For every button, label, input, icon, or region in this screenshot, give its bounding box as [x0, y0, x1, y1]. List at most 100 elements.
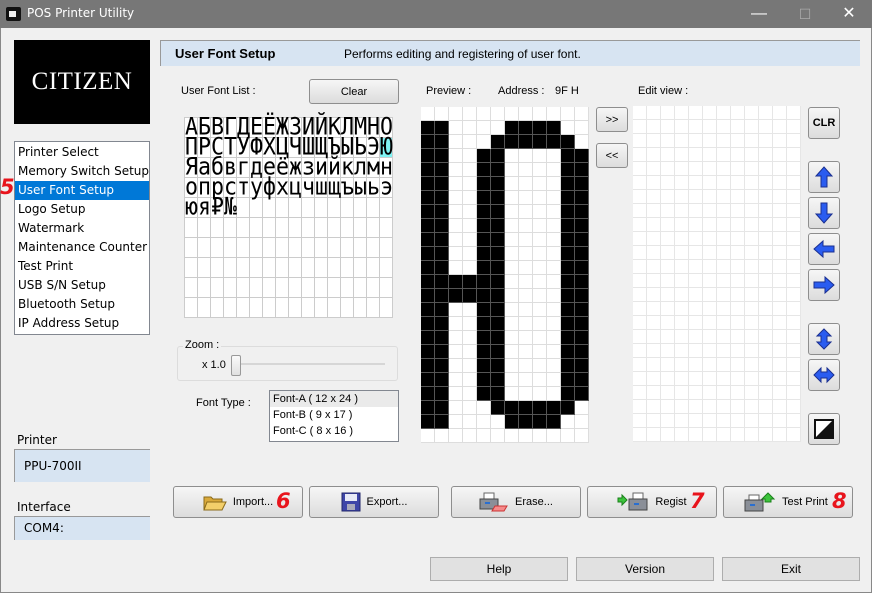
edit-pixel[interactable]	[745, 358, 759, 372]
edit-pixel[interactable]	[661, 176, 675, 190]
edit-pixel[interactable]	[661, 260, 675, 274]
edit-pixel[interactable]	[633, 106, 647, 120]
nav-item-maintenance-counter[interactable]: Maintenance Counter	[15, 238, 149, 257]
font-cell[interactable]	[276, 258, 289, 278]
edit-pixel[interactable]	[675, 316, 689, 330]
edit-pixel[interactable]	[745, 274, 759, 288]
flip-vertical-button[interactable]	[808, 323, 840, 355]
edit-pixel[interactable]	[703, 120, 717, 134]
edit-pixel[interactable]	[633, 428, 647, 442]
edit-pixel[interactable]	[731, 372, 745, 386]
edit-pixel[interactable]	[703, 372, 717, 386]
font-cell[interactable]	[224, 258, 237, 278]
edit-pixel[interactable]	[703, 428, 717, 442]
copy-to-edit-button[interactable]: >>	[596, 107, 628, 132]
shift-left-button[interactable]	[808, 233, 840, 265]
font-cell[interactable]	[289, 218, 302, 238]
shift-down-button[interactable]	[808, 197, 840, 229]
edit-pixel[interactable]	[647, 176, 661, 190]
edit-pixel[interactable]	[745, 344, 759, 358]
edit-pixel[interactable]	[647, 246, 661, 260]
edit-pixel[interactable]	[773, 414, 787, 428]
font-cell[interactable]	[250, 298, 263, 318]
font-cell[interactable]	[315, 238, 328, 258]
edit-pixel[interactable]	[745, 330, 759, 344]
font-cell[interactable]	[328, 278, 341, 298]
font-cell[interactable]	[302, 218, 315, 238]
edit-pixel[interactable]	[675, 358, 689, 372]
edit-pixel[interactable]	[633, 316, 647, 330]
edit-pixel[interactable]	[675, 246, 689, 260]
edit-pixel[interactable]	[703, 190, 717, 204]
edit-pixel[interactable]	[731, 176, 745, 190]
edit-pixel[interactable]	[689, 358, 703, 372]
edit-pixel[interactable]	[647, 274, 661, 288]
font-cell[interactable]	[315, 278, 328, 298]
edit-pixel[interactable]	[787, 414, 801, 428]
edit-pixel[interactable]	[675, 120, 689, 134]
edit-pixel[interactable]	[731, 134, 745, 148]
edit-pixel[interactable]	[717, 372, 731, 386]
edit-pixel[interactable]	[689, 218, 703, 232]
edit-pixel[interactable]	[773, 288, 787, 302]
edit-pixel[interactable]	[759, 246, 773, 260]
edit-pixel[interactable]	[759, 134, 773, 148]
nav-item-test-print[interactable]: Test Print	[15, 257, 149, 276]
edit-pixel[interactable]	[633, 372, 647, 386]
font-cell[interactable]	[341, 258, 354, 278]
edit-pixel[interactable]	[717, 302, 731, 316]
clear-button[interactable]: Clear	[309, 79, 399, 104]
font-cell[interactable]	[354, 298, 367, 318]
edit-pixel[interactable]	[633, 358, 647, 372]
edit-pixel[interactable]	[703, 400, 717, 414]
edit-pixel[interactable]	[675, 302, 689, 316]
edit-pixel[interactable]	[647, 204, 661, 218]
font-cell[interactable]	[289, 238, 302, 258]
font-cell[interactable]	[354, 278, 367, 298]
font-cell[interactable]	[367, 278, 380, 298]
edit-pixel[interactable]	[717, 190, 731, 204]
edit-pixel[interactable]	[759, 274, 773, 288]
edit-pixel[interactable]	[689, 162, 703, 176]
edit-pixel[interactable]	[633, 288, 647, 302]
edit-pixel[interactable]	[773, 218, 787, 232]
edit-pixel[interactable]	[773, 316, 787, 330]
edit-pixel[interactable]	[703, 330, 717, 344]
edit-pixel[interactable]	[745, 302, 759, 316]
font-cell[interactable]	[315, 298, 328, 318]
edit-pixel[interactable]	[647, 120, 661, 134]
font-cell[interactable]	[380, 238, 393, 258]
edit-pixel[interactable]	[661, 414, 675, 428]
edit-pixel[interactable]	[633, 162, 647, 176]
edit-pixel[interactable]	[633, 386, 647, 400]
edit-view-grid[interactable]	[633, 106, 801, 442]
font-cell[interactable]	[263, 218, 276, 238]
edit-pixel[interactable]	[717, 400, 731, 414]
edit-pixel[interactable]	[675, 204, 689, 218]
nav-item-watermark[interactable]: Watermark	[15, 219, 149, 238]
edit-pixel[interactable]	[689, 386, 703, 400]
edit-pixel[interactable]	[787, 428, 801, 442]
edit-pixel[interactable]	[675, 330, 689, 344]
edit-pixel[interactable]	[759, 372, 773, 386]
font-list-row[interactable]: юя₽№	[185, 195, 237, 219]
edit-pixel[interactable]	[731, 204, 745, 218]
font-cell[interactable]	[237, 218, 250, 238]
font-type-option-b[interactable]: Font-B ( 9 x 17 )	[270, 407, 398, 423]
edit-pixel[interactable]	[759, 260, 773, 274]
invert-button[interactable]	[808, 413, 840, 445]
edit-pixel[interactable]	[689, 232, 703, 246]
edit-pixel[interactable]	[745, 260, 759, 274]
edit-pixel[interactable]	[717, 288, 731, 302]
edit-pixel[interactable]	[675, 176, 689, 190]
edit-pixel[interactable]	[661, 330, 675, 344]
edit-pixel[interactable]	[661, 218, 675, 232]
edit-pixel[interactable]	[759, 386, 773, 400]
edit-pixel[interactable]	[647, 414, 661, 428]
edit-pixel[interactable]	[703, 162, 717, 176]
edit-pixel[interactable]	[661, 162, 675, 176]
edit-pixel[interactable]	[717, 330, 731, 344]
edit-pixel[interactable]	[773, 386, 787, 400]
edit-pixel[interactable]	[745, 162, 759, 176]
font-cell[interactable]	[185, 298, 198, 318]
